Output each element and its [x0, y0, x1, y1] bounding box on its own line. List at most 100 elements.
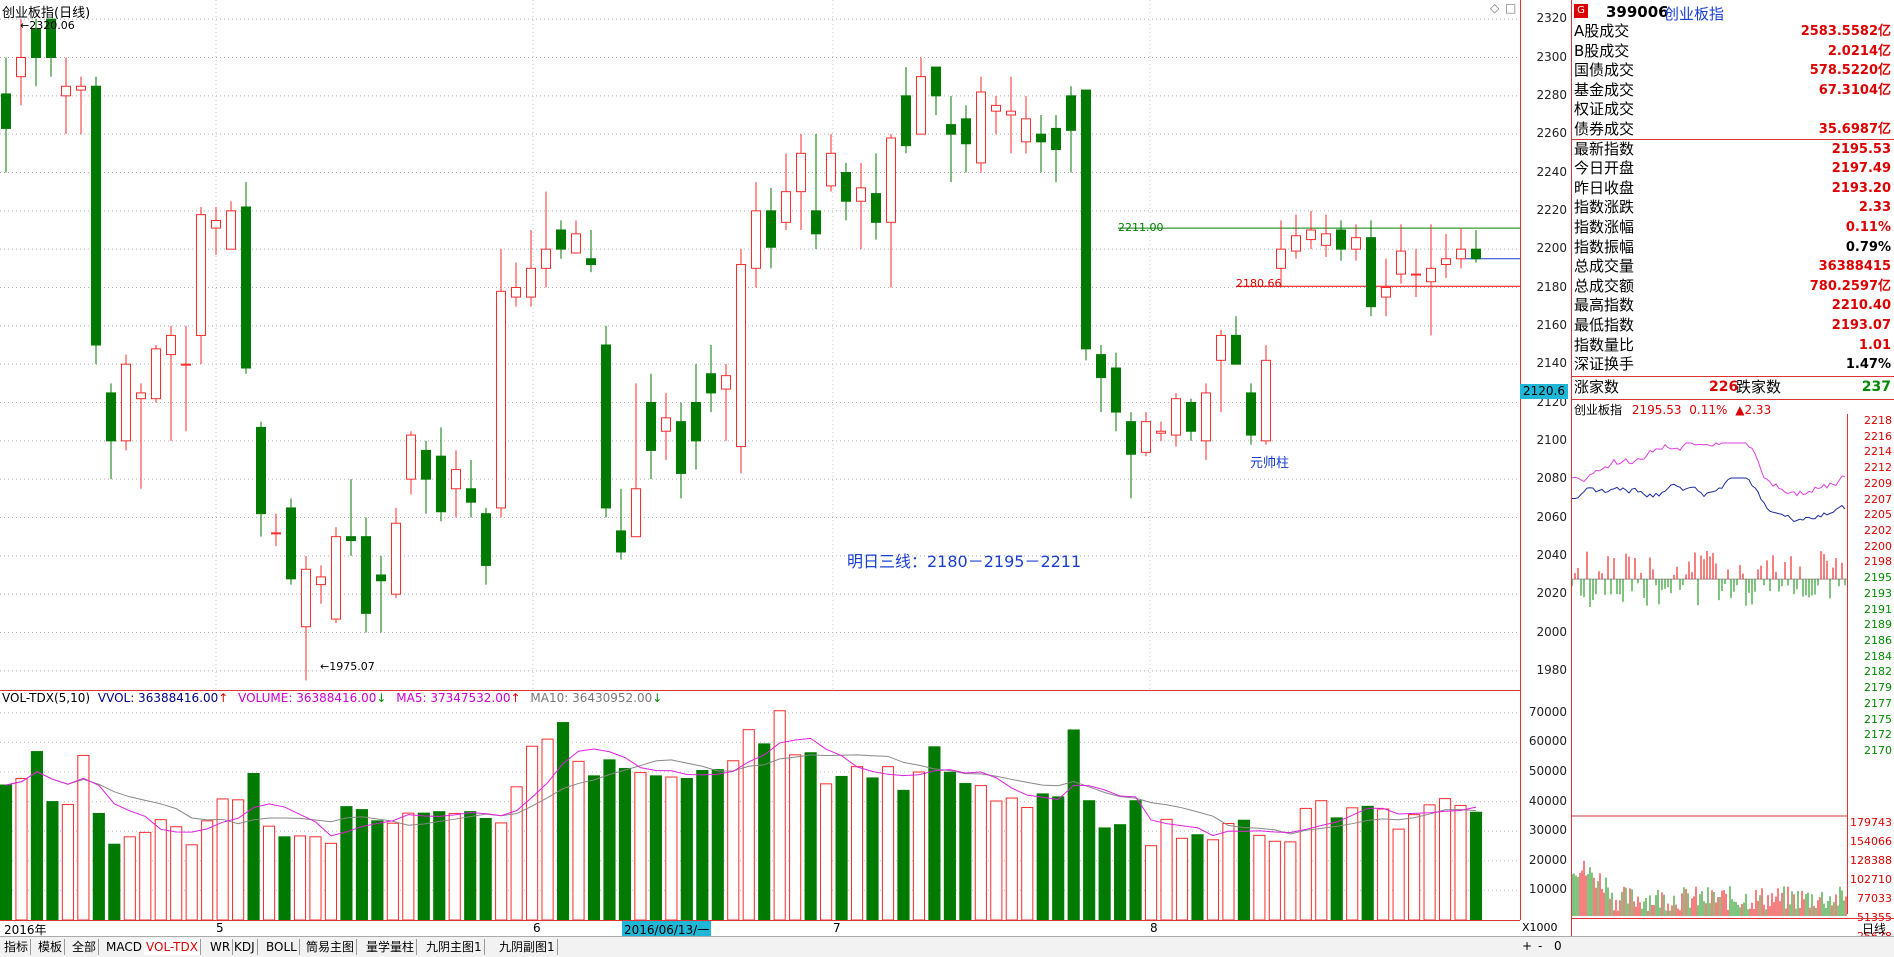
quote-row: 国债成交 578.5220亿: [1574, 61, 1891, 80]
quote-panel: G 399006 创业板指 A股成交 2583.5582亿 B股成交 2.0214亿国…: [1571, 0, 1894, 956]
candle: [151, 345, 161, 403]
price-tick-label: 2220: [1536, 202, 1567, 217]
index-code: 399006: [1606, 3, 1669, 21]
diamond-icon[interactable]: ◇: [1490, 1, 1499, 15]
tab-4[interactable]: VOL-TDX: [144, 939, 201, 955]
candle: [91, 76, 101, 365]
intraday-price-line: [1572, 442, 1846, 497]
intraday-tick-label: 2214: [1864, 445, 1892, 459]
tab-10[interactable]: 九阴主图1: [424, 939, 485, 955]
quote-value: 2.0214亿: [1827, 43, 1891, 59]
candle: [1441, 233, 1451, 278]
volume-bar: [1160, 818, 1173, 921]
candle-body: [946, 124, 956, 135]
volume-bar: [603, 759, 616, 921]
quote-key: 深证换手: [1574, 355, 1635, 374]
volume-bar: [371, 820, 384, 921]
kline-chart[interactable]: 创业板指(日线) ◇ □ 明日三线：2180－2195－2211 元帅柱 221…: [0, 0, 1520, 691]
candle-body: [1441, 258, 1451, 265]
x-label: 7: [833, 921, 841, 935]
price-tick-label: 2000: [1536, 624, 1567, 639]
candle-body: [1411, 273, 1421, 276]
zoom-out-button[interactable]: -: [1538, 939, 1542, 953]
candle: [1291, 214, 1301, 259]
volume-bar: [1144, 845, 1158, 921]
volume-bar: [1129, 800, 1142, 921]
quote-row: 深证换手 1.47%: [1574, 355, 1891, 374]
tab-11[interactable]: 九阴副图1: [497, 939, 558, 955]
volume-bar: [1408, 814, 1421, 921]
candle-body: [1381, 287, 1391, 298]
candle-body: [766, 210, 776, 248]
quote-row: 总成交量 36388415: [1574, 257, 1891, 276]
tab-6[interactable]: KDJ: [232, 939, 258, 955]
close-icon[interactable]: □: [1505, 1, 1516, 15]
intraday-chart[interactable]: [1572, 418, 1847, 938]
volume-bar: [1036, 793, 1049, 921]
volume-bar: [46, 801, 59, 921]
reset-button[interactable]: 0: [1554, 939, 1562, 953]
quote-value: 2193.20: [1831, 180, 1891, 196]
tab-0[interactable]: 指标: [2, 939, 32, 955]
candle-body: [826, 152, 836, 187]
tab-9[interactable]: 量学量柱: [364, 939, 418, 955]
tab-5[interactable]: WR: [208, 939, 234, 955]
volume-bar: [649, 775, 662, 921]
candle-body: [331, 536, 341, 620]
volume-bar: [742, 729, 755, 921]
indicator-name: VOL-TDX(5,10): [2, 691, 91, 705]
tab-2[interactable]: 全部: [70, 939, 100, 955]
candle-body: [586, 258, 596, 265]
quote-key: 最高指数: [1574, 296, 1635, 315]
price-tick-label: 1980: [1536, 662, 1567, 677]
intraday-tick-label: 2193: [1864, 586, 1892, 600]
intraday-vol-tick-label: 77033: [1857, 892, 1892, 905]
price-tick-label: 2280: [1536, 87, 1567, 102]
candle: [1126, 412, 1136, 499]
candle-body: [1096, 354, 1106, 379]
up-count: 226: [1709, 379, 1739, 395]
volume-bar: [990, 800, 1003, 921]
candle: [271, 513, 281, 547]
candle: [1081, 89, 1091, 361]
candle-body: [601, 344, 611, 509]
volume-tick-label: 60000: [1528, 734, 1567, 749]
candle: [226, 201, 236, 250]
candle-body: [856, 187, 866, 202]
tab-7[interactable]: BOLL: [264, 939, 300, 955]
quote-row: 指数涨幅 0.11%: [1574, 218, 1891, 237]
candle: [106, 383, 116, 480]
volume-bar: [850, 766, 864, 921]
volume-bar: [974, 785, 987, 921]
candle: [256, 421, 266, 537]
volume-bar: [665, 776, 678, 921]
period-label[interactable]: 日线: [1862, 920, 1886, 937]
zoom-in-button[interactable]: +: [1522, 939, 1532, 953]
intraday-vol-tick-label: 128388: [1850, 854, 1892, 867]
candle: [676, 402, 686, 499]
candle: [1186, 398, 1196, 441]
candle-body: [451, 469, 461, 490]
volume-bar: [417, 812, 430, 921]
volume-chart[interactable]: VOL-TDX(5,10) VVOL: 36388416.00↑ VOLUME:…: [0, 690, 1520, 922]
candle-body: [1276, 248, 1286, 269]
candle-body: [1246, 392, 1256, 436]
candle: [616, 488, 626, 560]
current-price-tag: 2120.6: [1520, 384, 1568, 399]
candle: [661, 392, 671, 460]
volume-bar: [618, 767, 632, 921]
up-arrow-icon: ↑: [510, 691, 521, 705]
candle-body: [1306, 229, 1316, 241]
candle: [601, 325, 611, 518]
volume-bar: [154, 819, 167, 921]
tab-8[interactable]: 筒易主图: [304, 939, 358, 955]
tab-1[interactable]: 模板: [36, 939, 66, 955]
quote-key: 指数量比: [1574, 335, 1635, 354]
candle-body: [526, 267, 536, 298]
candle: [406, 431, 416, 495]
candle-body: [226, 210, 236, 250]
quote-row: 指数涨跌 2.33: [1574, 198, 1891, 217]
tab-3[interactable]: MACD: [104, 939, 145, 955]
volume-bar: [541, 738, 554, 921]
candle-body: [541, 248, 551, 269]
